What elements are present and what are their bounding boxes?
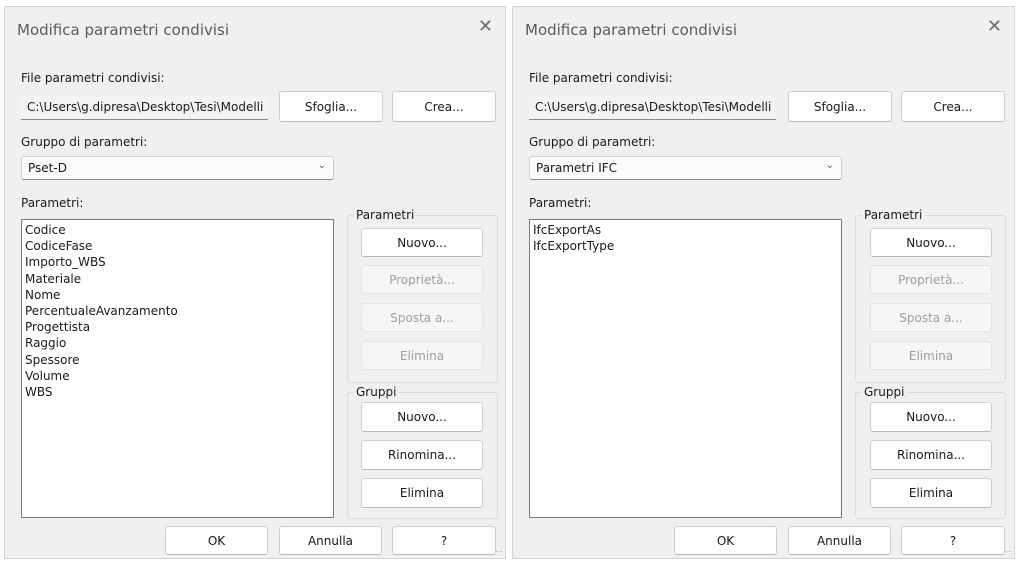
cancel-button[interactable]: Annulla — [279, 526, 382, 555]
move-parameter-button[interactable]: Sposta a... — [870, 303, 992, 332]
parameter-properties-button[interactable]: Proprietà... — [870, 265, 992, 294]
shared-parameters-dialog: Modifica parametri condivisi ✕ File para… — [512, 6, 1015, 559]
list-item[interactable]: Materiale — [25, 271, 330, 287]
shared-file-path-field[interactable]: C:\Users\g.dipresa\Desktop\Tesi\Modelli — [21, 95, 268, 120]
list-item[interactable]: Nome — [25, 287, 330, 303]
help-button[interactable]: ? — [901, 526, 1005, 555]
list-item[interactable]: Progettista — [25, 319, 330, 335]
parameter-group-label: Gruppo di parametri: — [21, 135, 148, 149]
delete-parameter-button[interactable]: Elimina — [361, 341, 483, 370]
delete-parameter-button[interactable]: Elimina — [870, 341, 992, 370]
parameter-group-value: Pset-D — [28, 161, 67, 175]
parameters-label: Parametri: — [529, 196, 592, 210]
dialog-title: Modifica parametri condivisi — [17, 21, 230, 39]
browse-button[interactable]: Sfoglia... — [279, 91, 383, 122]
new-group-button[interactable]: Nuovo... — [870, 402, 992, 432]
list-item[interactable]: Codice — [25, 222, 330, 238]
ok-button[interactable]: OK — [674, 526, 777, 555]
create-button[interactable]: Crea... — [392, 91, 496, 122]
shared-parameters-dialog: Modifica parametri condivisi ✕ File para… — [4, 6, 506, 559]
list-item[interactable]: Raggio — [25, 335, 330, 351]
groups-groupbox-title: Gruppi — [354, 385, 399, 399]
parameters-label: Parametri: — [21, 196, 84, 210]
parameter-group-select[interactable]: Pset-D ⌄ — [21, 156, 334, 180]
rename-group-button[interactable]: Rinomina... — [870, 440, 992, 470]
browse-button[interactable]: Sfoglia... — [788, 91, 892, 122]
parameters-groupbox-title: Parametri — [354, 208, 417, 222]
chevron-down-icon: ⌄ — [317, 160, 326, 171]
parameter-group-value: Parametri IFC — [536, 161, 618, 175]
resize-grip-icon[interactable]: ⋯ — [495, 547, 503, 556]
rename-group-button[interactable]: Rinomina... — [361, 440, 483, 470]
help-button[interactable]: ? — [392, 526, 496, 555]
delete-group-button[interactable]: Elimina — [361, 478, 483, 508]
list-item[interactable]: IfcExportAs — [533, 222, 838, 238]
new-group-button[interactable]: Nuovo... — [361, 402, 483, 432]
parameters-list[interactable]: IfcExportAs IfcExportType — [529, 219, 842, 518]
resize-grip-icon[interactable]: ⋯ — [1004, 547, 1012, 556]
list-item[interactable]: CodiceFase — [25, 238, 330, 254]
list-item[interactable]: Spessore — [25, 352, 330, 368]
chevron-down-icon: ⌄ — [825, 160, 834, 171]
dialog-title: Modifica parametri condivisi — [525, 21, 738, 39]
delete-group-button[interactable]: Elimina — [870, 478, 992, 508]
ok-button[interactable]: OK — [165, 526, 268, 555]
shared-file-path-field[interactable]: C:\Users\g.dipresa\Desktop\Tesi\Modelli — [529, 95, 776, 120]
parameters-groupbox-title: Parametri — [862, 208, 925, 222]
create-button[interactable]: Crea... — [901, 91, 1005, 122]
parameter-group-label: Gruppo di parametri: — [529, 135, 656, 149]
close-icon[interactable]: ✕ — [987, 18, 1002, 36]
shared-file-label: File parametri condivisi: — [21, 71, 165, 85]
cancel-button[interactable]: Annulla — [788, 526, 891, 555]
list-item[interactable]: IfcExportType — [533, 238, 838, 254]
move-parameter-button[interactable]: Sposta a... — [361, 303, 483, 332]
parameters-list[interactable]: Codice CodiceFase Importo_WBS Materiale … — [21, 219, 334, 518]
shared-file-label: File parametri condivisi: — [529, 71, 673, 85]
parameter-properties-button[interactable]: Proprietà... — [361, 265, 483, 294]
list-item[interactable]: WBS — [25, 384, 330, 400]
parameter-group-select[interactable]: Parametri IFC ⌄ — [529, 156, 842, 180]
groups-groupbox-title: Gruppi — [862, 385, 907, 399]
list-item[interactable]: Volume — [25, 368, 330, 384]
list-item[interactable]: Importo_WBS — [25, 254, 330, 270]
list-item[interactable]: PercentualeAvanzamento — [25, 303, 330, 319]
new-parameter-button[interactable]: Nuovo... — [870, 228, 992, 257]
new-parameter-button[interactable]: Nuovo... — [361, 228, 483, 257]
close-icon[interactable]: ✕ — [478, 18, 493, 36]
